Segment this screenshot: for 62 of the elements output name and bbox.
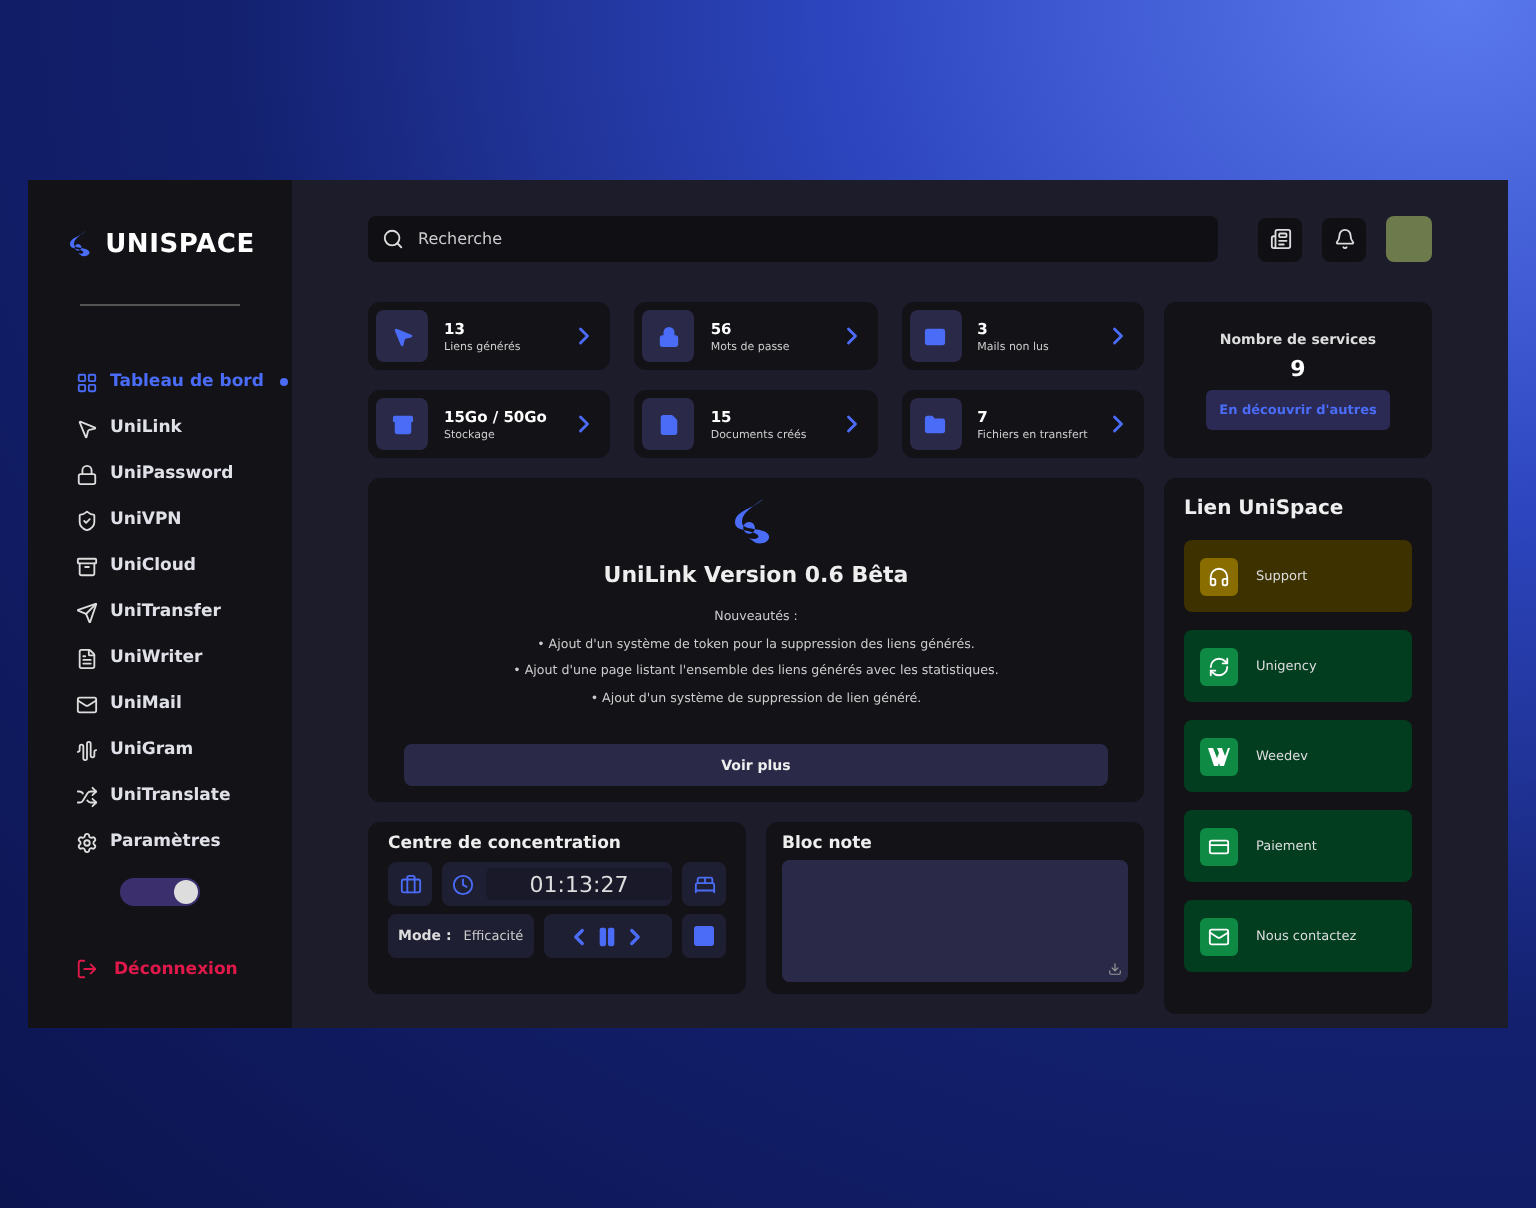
bed-icon: [693, 873, 715, 895]
pause-icon[interactable]: [596, 925, 619, 947]
release-title: UniLink Version 0.6 Bêta: [603, 562, 909, 588]
wave-icon: [76, 739, 98, 761]
sidebar-item[interactable]: UniPassword: [76, 458, 292, 490]
card-icon: [1208, 835, 1230, 857]
sidebar-item[interactable]: Tableau de bord: [76, 366, 292, 398]
briefcase-icon: [399, 873, 421, 895]
dark-mode-toggle[interactable]: [120, 878, 200, 906]
search-icon: [382, 228, 404, 250]
mail-icon: [76, 693, 98, 715]
sidebar-item[interactable]: UniVPN: [76, 504, 292, 536]
services-count: 9: [1290, 355, 1306, 381]
rest-button[interactable]: [682, 862, 726, 906]
sidebar-item[interactable]: UniMail: [76, 688, 292, 720]
newspaper-icon: [1269, 228, 1291, 250]
stop-button[interactable]: [682, 914, 726, 958]
logout-link[interactable]: Déconnexion: [28, 958, 292, 980]
archive-icon: [391, 413, 413, 435]
clock-icon: [452, 873, 474, 895]
settings-icon: [76, 831, 98, 853]
archive-icon: [76, 555, 98, 577]
folder-icon: [924, 413, 947, 435]
work-button[interactable]: [388, 862, 432, 906]
document-icon: [76, 647, 98, 669]
search-field[interactable]: Recherche: [414, 228, 1204, 250]
brand-name: UNISPACE: [105, 229, 255, 259]
download-icon[interactable]: [1108, 962, 1122, 976]
sidebar-item[interactable]: UniTranslate: [76, 780, 292, 812]
sidebar-item[interactable]: UniCloud: [76, 550, 292, 582]
search-bar[interactable]: Recherche: [368, 216, 1218, 262]
sidebar-item[interactable]: UniGram: [76, 734, 292, 766]
mail-icon: [1208, 925, 1230, 947]
sidebar-item[interactable]: UniWriter: [76, 642, 292, 674]
notes-field[interactable]: [782, 860, 1128, 982]
document-icon: [657, 413, 680, 435]
shield-icon: [76, 509, 98, 531]
sidebar-item[interactable]: UniTransfer: [76, 596, 292, 628]
cursor-icon: [76, 417, 98, 439]
stop-icon: [692, 924, 716, 948]
w-logo-icon: [1208, 747, 1230, 765]
active-dot: [279, 378, 288, 386]
sidebar-item[interactable]: UniLink: [76, 412, 292, 444]
sidebar-item[interactable]: Paramètres: [76, 826, 292, 858]
lock-icon: [76, 463, 98, 485]
shuffle-icon: [76, 785, 98, 807]
lock-icon: [657, 325, 680, 347]
news-button[interactable]: [1258, 217, 1302, 261]
cursor-icon: [391, 325, 413, 347]
bell-icon: [1333, 228, 1355, 250]
timer-value: 01:13:27: [486, 868, 672, 900]
paper-plane-icon: [76, 601, 98, 623]
mail-icon: [924, 325, 947, 347]
focus-title: Centre de concentration: [388, 834, 623, 854]
headphones-icon: [1208, 565, 1230, 587]
notes-title: Bloc note: [782, 834, 874, 854]
notifications-button[interactable]: [1322, 217, 1366, 261]
avatar-placeholder[interactable]: [1386, 216, 1432, 262]
refresh-icon: [1208, 655, 1230, 677]
links-title: Lien UniSpace: [1184, 498, 1346, 520]
logout-icon: [76, 958, 98, 980]
grid-icon: [76, 371, 98, 393]
